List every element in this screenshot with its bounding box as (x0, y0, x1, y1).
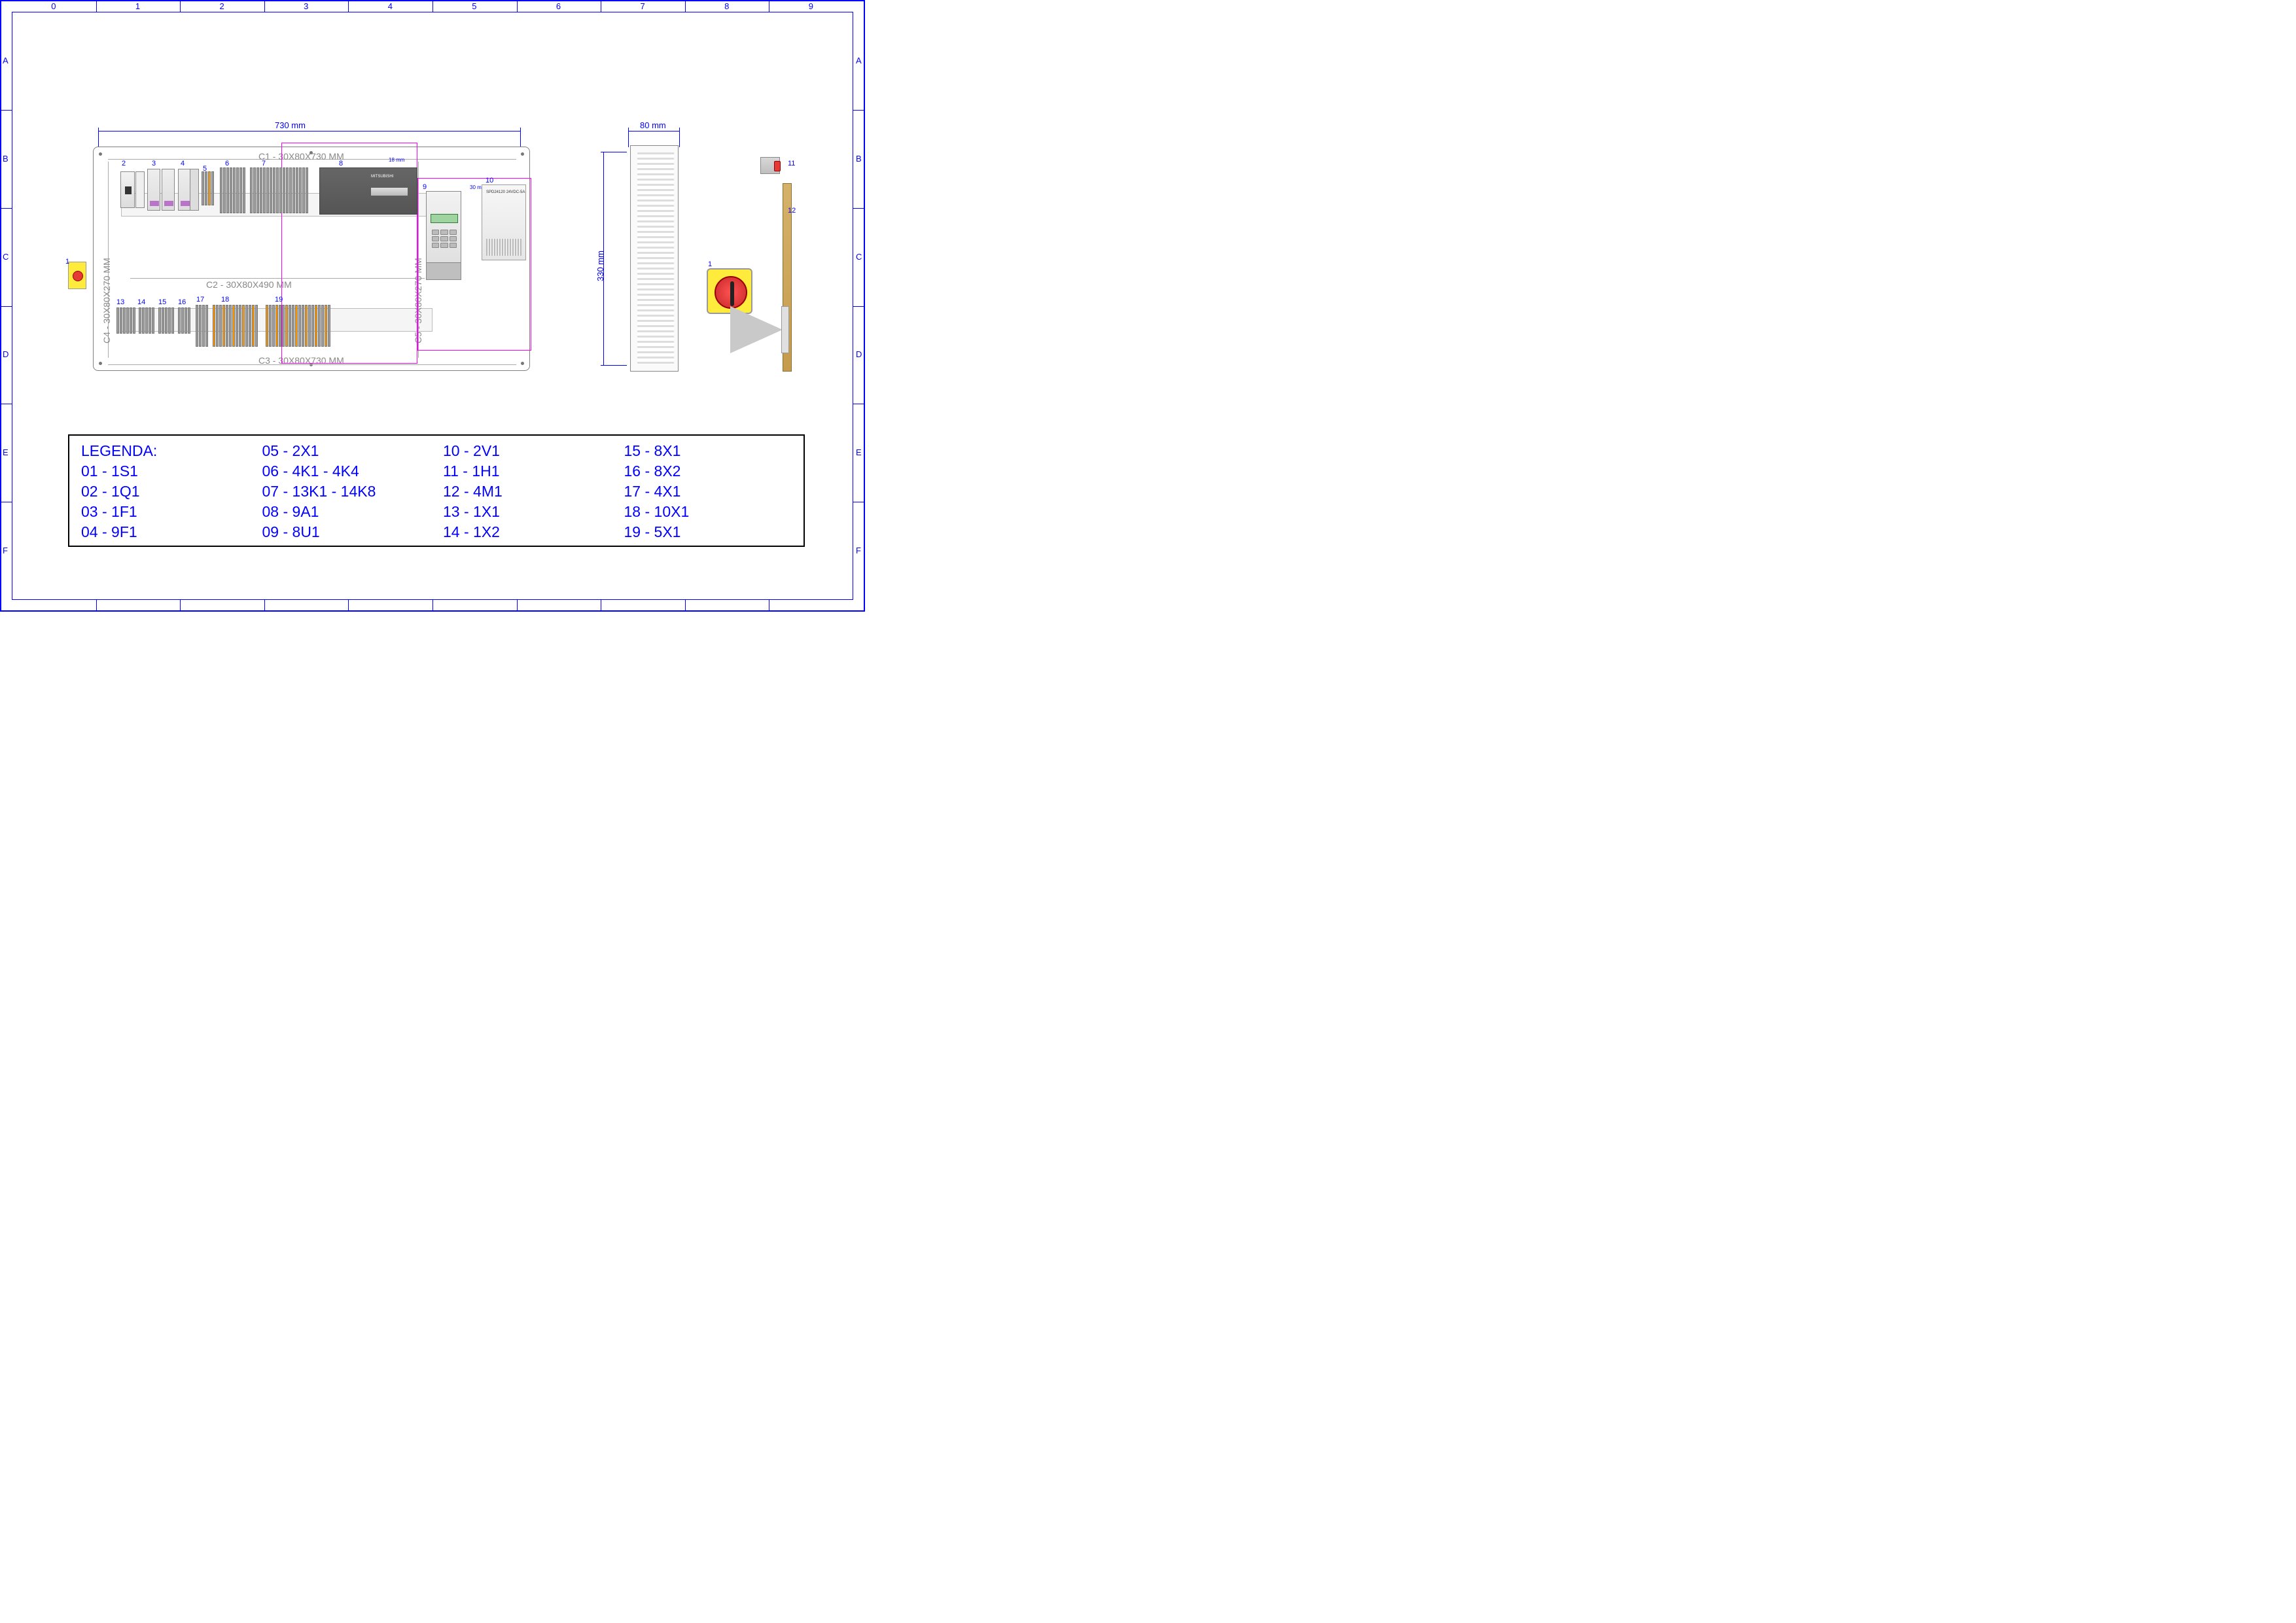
legend-item: 08 - 9A1 (262, 503, 431, 521)
legend-item: 15 - 8X1 (624, 442, 792, 460)
row-label: B (856, 154, 862, 164)
dim-width-text: 730 mm (275, 120, 306, 130)
label-17: 17 (196, 296, 204, 304)
legend-item: 17 - 4X1 (624, 483, 792, 500)
legend-table: LEGENDA: 05 - 2X1 10 - 2V1 15 - 8X1 01 -… (68, 434, 805, 547)
row-label: B (3, 154, 9, 164)
label-4: 4 (181, 160, 185, 167)
mcb-9f1 (178, 169, 200, 211)
row-label: A (856, 56, 862, 65)
rail-label-c2: C2 - 30X80X490 MM (206, 279, 292, 290)
legend-item: 16 - 8X2 (624, 462, 792, 480)
legend-item: 19 - 5X1 (624, 523, 792, 541)
col-label: 7 (641, 1, 645, 11)
legend-item: 07 - 13K1 - 14K8 (262, 483, 431, 500)
terminals-2x1 (202, 171, 217, 208)
legend-title: LEGENDA: (81, 442, 249, 460)
col-label: 4 (388, 1, 393, 11)
col-label: 5 (472, 1, 476, 11)
legend-item: 01 - 1S1 (81, 462, 249, 480)
col-label: 8 (724, 1, 729, 11)
dim-height-text: 330 mm (595, 251, 605, 281)
col-label: 0 (51, 1, 56, 11)
main-switch (68, 262, 86, 289)
lamp-1h1 (760, 157, 780, 174)
legend-item: 14 - 1X2 (443, 523, 611, 541)
row-label: C (3, 252, 9, 262)
legend-item: 12 - 4M1 (443, 483, 611, 500)
label-18: 18 (221, 296, 229, 304)
label-12: 12 (788, 207, 796, 215)
legend-item: 02 - 1Q1 (81, 483, 249, 500)
label-2: 2 (122, 160, 126, 167)
plc-9a1: MITSUBISHI (319, 167, 417, 215)
label-1b: 1 (708, 260, 712, 268)
relays-4k (220, 167, 247, 213)
legend-item: 18 - 10X1 (624, 503, 792, 521)
label-3: 3 (152, 160, 156, 167)
label-11: 11 (788, 160, 795, 167)
mcb-1f1 (147, 169, 176, 211)
col-label: 1 (135, 1, 140, 11)
label-14: 14 (137, 298, 145, 306)
dim-depth-text: 80 mm (640, 120, 666, 130)
enclosure-side (630, 145, 679, 372)
col-label: 2 (220, 1, 224, 11)
col-label: 3 (304, 1, 308, 11)
label-16: 16 (178, 298, 186, 306)
legend-item: 10 - 2V1 (443, 442, 611, 460)
legend-item: 03 - 1F1 (81, 503, 249, 521)
col-label: 9 (809, 1, 813, 11)
row-label: A (3, 56, 9, 65)
col-label: 6 (556, 1, 561, 11)
legend-item: 04 - 9F1 (81, 523, 249, 541)
row-label: D (856, 349, 862, 359)
rail-label-c4: C4 - 30X80X270 MM (101, 258, 112, 343)
row-label: F (856, 546, 861, 555)
legend-item: 09 - 8U1 (262, 523, 431, 541)
row-label: E (3, 447, 9, 457)
breaker-1q1 (120, 171, 135, 208)
row-label: E (856, 447, 862, 457)
vfd-8u1 (426, 191, 461, 280)
label-15: 15 (158, 298, 166, 306)
relays-13k-14k (250, 167, 309, 213)
fan-face (781, 306, 789, 353)
label-1: 1 (65, 258, 69, 266)
label-9: 9 (423, 183, 427, 191)
fan-cone (730, 306, 783, 353)
row-label: F (3, 546, 8, 555)
label-10: 10 (486, 177, 493, 184)
legend-item: 13 - 1X1 (443, 503, 611, 521)
label-7: 7 (262, 160, 266, 167)
legend-item: 11 - 1H1 (443, 462, 611, 480)
label-6: 6 (225, 160, 229, 167)
dim-plc-gap: 18 mm (389, 157, 404, 163)
label-13: 13 (116, 298, 124, 306)
label-5: 5 (203, 165, 207, 173)
legend-item: 06 - 4K1 - 4K4 (262, 462, 431, 480)
row-label: C (856, 252, 862, 262)
psu-2v1: SPD24120 24VDC-5A (482, 184, 526, 260)
label-8: 8 (339, 160, 343, 167)
label-19: 19 (275, 296, 283, 304)
legend-item: 05 - 2X1 (262, 442, 431, 460)
row-label: D (3, 349, 9, 359)
